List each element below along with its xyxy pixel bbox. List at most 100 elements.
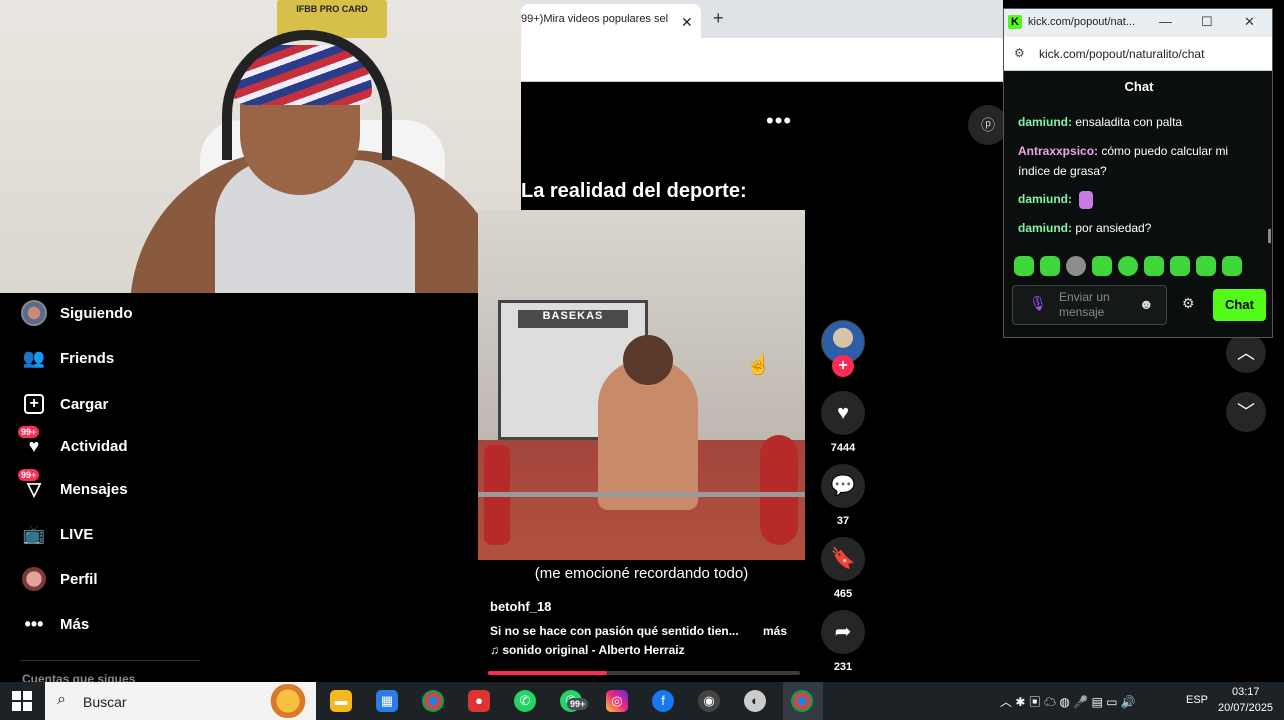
system-tray-icons[interactable]: ︿ ✱ ▣ ☁ ◍ 🎤 ▤ ▭ 🔊 <box>1000 693 1136 710</box>
emote-icon[interactable] <box>1196 256 1216 276</box>
sidebar-item-label: Actividad <box>60 437 128 455</box>
video-progress-fill <box>488 671 607 675</box>
sidebar-item-siguiendo[interactable]: Siguiendo <box>20 298 133 328</box>
taskbar-notification-badge: 99+ <box>567 698 589 710</box>
sidebar-item-perfil[interactable]: Perfil <box>20 564 98 594</box>
chrome-active-icon[interactable] <box>791 690 813 712</box>
gym-sign: BASEKAS <box>518 310 628 328</box>
description-more-link[interactable]: más <box>763 624 787 638</box>
chat-message-input[interactable]: 🎙 Enviar un mensaje ☻ <box>1012 285 1167 325</box>
video-progress-bar[interactable] <box>488 671 800 675</box>
chat-message-text: por ansiedad? <box>1075 221 1152 235</box>
follow-button[interactable]: + <box>832 355 854 377</box>
app-icon[interactable]: ● <box>468 690 490 712</box>
emote-icon[interactable] <box>1092 256 1112 276</box>
sidebar-item-live[interactable]: 📺 LIVE <box>20 519 94 549</box>
video-player[interactable]: BASEKAS <box>478 210 805 560</box>
activity-icon: ♥ 99+ <box>18 426 48 460</box>
chat-username[interactable]: damiund <box>1018 192 1068 206</box>
sidebar-item-mas[interactable]: ••• Más <box>20 609 90 639</box>
taskbar-clock-time[interactable]: 03:17 <box>1232 686 1260 698</box>
chat-settings-icon[interactable]: ⚙ <box>1182 295 1195 312</box>
activity-badge: 99+ <box>18 426 40 438</box>
browser-tab-title: 99+)Mira videos populares sel <box>521 13 669 25</box>
kick-title-bar: K kick.com/popout/nat... — ☐ ✕ <box>1004 9 1272 37</box>
emote-icon[interactable] <box>1222 256 1242 276</box>
barbell <box>478 492 805 497</box>
chat-message: damiund: ensaladita con palta <box>1018 115 1183 129</box>
taskbar-search-box[interactable]: ⌕ Buscar <box>45 682 316 720</box>
file-explorer-icon[interactable]: ▬ <box>330 690 352 712</box>
emote-icon[interactable] <box>1066 256 1086 276</box>
chat-scrollbar[interactable] <box>1268 229 1271 243</box>
chat-username[interactable]: Antraxxpsico <box>1018 144 1094 158</box>
next-video-button[interactable]: ﹀ <box>1226 392 1266 432</box>
sidebar-item-mensajes[interactable]: ▽ 99+ Mensajes <box>18 469 128 504</box>
sidebar-item-label: Siguiendo <box>60 304 133 322</box>
emote-bar <box>1014 256 1242 276</box>
microphone-icon[interactable]: 🎙 <box>1029 295 1047 312</box>
chat-message: Antraxxpsico: cómo puedo calcular mi índ… <box>1018 144 1229 178</box>
sidebar-item-friends[interactable]: 👥 Friends <box>20 343 114 373</box>
emote-icon[interactable] <box>1118 256 1138 276</box>
new-tab-button[interactable]: + <box>713 8 724 29</box>
emote-icon[interactable] <box>1170 256 1190 276</box>
chat-username[interactable]: damiund <box>1018 115 1068 129</box>
minimize-icon[interactable]: — <box>1159 14 1172 29</box>
comment-icon[interactable]: 💬 <box>821 464 865 508</box>
hand-cursor-icon: ☝ <box>746 354 771 376</box>
close-tab-icon[interactable]: ✕ <box>681 14 693 31</box>
chat-message-text: ensaladita con palta <box>1075 115 1183 129</box>
emote-icon[interactable] <box>1040 256 1060 276</box>
emote-icon[interactable] <box>1014 256 1034 276</box>
language-indicator[interactable]: ESP <box>1186 694 1208 706</box>
app-icon-2[interactable]: ◐ <box>744 690 766 712</box>
previous-video-button[interactable]: ︿ <box>1226 333 1266 373</box>
whatsapp-icon[interactable]: ✆ <box>514 690 536 712</box>
browser-tab[interactable]: 99+)Mira videos populares sel ✕ <box>521 4 701 38</box>
comment-count: 37 <box>836 515 850 527</box>
kick-url-bar[interactable]: ⚙ kick.com/popout/naturalito/chat <box>1004 37 1272 71</box>
site-settings-icon[interactable]: ⚙ <box>1014 46 1025 60</box>
sidebar-item-label: LIVE <box>60 525 94 543</box>
facebook-icon[interactable]: f <box>652 690 674 712</box>
close-icon[interactable]: ✕ <box>1244 14 1255 30</box>
windows-taskbar: ⌕ Buscar ▬ ▦ ● ✆ ✆ 99+ ◎ f ◉ ◐ ︿ ✱ ▣ ☁ ◍… <box>0 682 1284 720</box>
share-icon[interactable]: ➦ <box>821 610 865 654</box>
sidebar-item-cargar[interactable]: + Cargar <box>20 389 108 419</box>
sidebar-item-actividad[interactable]: ♥ 99+ Actividad <box>18 426 128 461</box>
chat-send-button[interactable]: Chat <box>1213 289 1266 321</box>
taskbar-clock-date[interactable]: 20/07/2025 <box>1218 702 1273 714</box>
video-caption: (me emocioné recordando todo) <box>534 565 749 582</box>
bookmark-icon[interactable]: 🔖 <box>821 537 865 581</box>
like-icon[interactable]: ♥ <box>821 391 865 435</box>
windows-start-icon[interactable] <box>12 691 32 711</box>
obs-icon[interactable]: ◉ <box>698 690 720 712</box>
chrome-icon[interactable] <box>422 690 444 712</box>
chat-title: Chat <box>1124 79 1154 94</box>
maximize-icon[interactable]: ☐ <box>1201 14 1213 30</box>
store-icon[interactable]: ▦ <box>376 690 398 712</box>
kick-window-title: kick.com/popout/nat... <box>1028 16 1135 28</box>
kick-url-text: kick.com/popout/naturalito/chat <box>1039 47 1205 61</box>
browser-tab-strip: 99+)Mira videos populares sel ✕ + <box>521 0 1003 38</box>
search-highlight-image <box>265 684 311 718</box>
video-author[interactable]: betohf_18 <box>490 599 551 614</box>
video-options-icon[interactable]: ••• <box>766 108 792 134</box>
side-control-icon[interactable]: ⓟ <box>968 105 1008 145</box>
messages-badge: 99+ <box>18 469 40 481</box>
sidebar-item-label: Perfil <box>60 570 98 588</box>
like-count: 7444 <box>830 442 856 454</box>
nav-divider <box>20 660 200 661</box>
messages-icon: ▽ 99+ <box>18 469 48 503</box>
emote-icon[interactable] <box>1144 256 1164 276</box>
video-description: Si no se hace con pasión qué sentido tie… <box>490 624 739 638</box>
emoji-picker-icon[interactable]: ☻ <box>1139 296 1154 312</box>
video-music[interactable]: ♫ sonido original - Alberto Herraiz <box>490 643 685 657</box>
share-count: 231 <box>833 661 853 673</box>
chat-username[interactable]: damiund <box>1018 221 1068 235</box>
instagram-icon[interactable]: ◎ <box>606 690 628 712</box>
sidebar-item-label: Más <box>60 615 90 633</box>
sidebar-item-label: Friends <box>60 349 115 367</box>
barbell-plate-right <box>760 435 798 545</box>
